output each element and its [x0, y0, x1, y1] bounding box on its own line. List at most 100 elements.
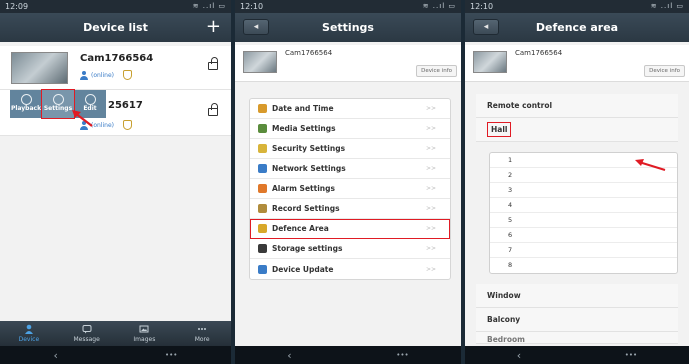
- shield-icon[interactable]: [122, 70, 132, 80]
- settings-menu: Date and Time >> Media Settings >> Security …: [249, 98, 451, 280]
- defence-area-screen: 12:10 ≋ ..ıl ▭ ◂ Defence area Cam1766564…: [465, 0, 689, 364]
- bedroom-row[interactable]: Bedroom: [476, 332, 678, 344]
- row-label: Remote control: [487, 101, 553, 110]
- network-settings-icon: [258, 164, 267, 173]
- chevron-right-icon: >>: [425, 105, 436, 112]
- status-bar: 12:10 ≋ ..ıl ▭: [235, 0, 461, 13]
- chevron-right-icon: >>: [425, 125, 436, 132]
- message-icon: [82, 325, 92, 334]
- page-title: Settings: [322, 21, 374, 34]
- menu-item-label: Record Settings: [272, 204, 340, 213]
- title-bar: ◂ Settings: [235, 13, 461, 42]
- defence-area-icon: [258, 224, 267, 233]
- back-nav-button[interactable]: ‹: [54, 349, 58, 362]
- code-slot-5[interactable]: 5: [490, 213, 677, 228]
- code-slot-6[interactable]: 6: [490, 228, 677, 243]
- code-slot-3[interactable]: 3: [490, 183, 677, 198]
- chevron-right-icon: >>: [425, 225, 436, 232]
- hall-row[interactable]: Hall: [476, 118, 678, 142]
- menu-item-device-update[interactable]: Device Update >>: [250, 259, 450, 279]
- camera-thumbnail[interactable]: [11, 52, 68, 84]
- system-nav-bar: ‹ •••: [465, 346, 689, 364]
- back-nav-button[interactable]: ‹: [287, 349, 291, 362]
- menu-item-label: Alarm Settings: [272, 184, 335, 193]
- camera-name: Cam1766564: [515, 49, 563, 57]
- chevron-right-icon: >>: [425, 165, 436, 172]
- code-slot-7[interactable]: 7: [490, 243, 677, 258]
- remote-control-row[interactable]: Remote control: [476, 94, 678, 118]
- record-settings-icon: [258, 204, 267, 213]
- page-title: Defence area: [535, 21, 619, 34]
- camera-header: Cam1766564 Device info: [465, 45, 689, 82]
- more-nav-button[interactable]: •••: [165, 351, 177, 359]
- tab-device[interactable]: Device: [0, 321, 58, 346]
- screenshot-frame: 12:09 ≋ ..ıl ▭ Device list + Cam1766564 …: [0, 0, 689, 364]
- status-bar: 12:10 ≋ ..ıl ▭: [465, 0, 689, 13]
- chevron-right-icon: >>: [425, 205, 436, 212]
- camera-name: Cam1766564: [285, 49, 333, 57]
- window-row[interactable]: Window: [476, 284, 678, 308]
- online-label: (online): [91, 121, 114, 129]
- menu-item-record-settings[interactable]: Record Settings >>: [250, 199, 450, 219]
- menu-item-date-and-time[interactable]: Date and Time >>: [250, 99, 450, 119]
- title-bar: ◂ Defence area: [465, 13, 689, 42]
- device-info-button[interactable]: Device info: [644, 65, 685, 77]
- camera-header: Cam1766564 Device info: [235, 45, 461, 82]
- menu-item-storage-settings[interactable]: Storage settings >>: [250, 239, 450, 259]
- menu-item-label: Device Update: [272, 264, 334, 274]
- red-arrow-annotation: [72, 110, 93, 127]
- menu-item-media-settings[interactable]: Media Settings >>: [250, 119, 450, 139]
- unlock-icon[interactable]: [208, 57, 218, 70]
- more-nav-button[interactable]: •••: [396, 351, 408, 359]
- menu-item-network-settings[interactable]: Network Settings >>: [250, 159, 450, 179]
- chevron-right-icon: >>: [425, 185, 436, 192]
- menu-item-label: Date and Time: [272, 104, 334, 113]
- chevron-right-icon: >>: [425, 145, 436, 152]
- row-label: Bedroom: [487, 335, 525, 344]
- device-list-screen: 12:09 ≋ ..ıl ▭ Device list + Cam1766564 …: [0, 0, 231, 364]
- date-and-time-icon: [258, 104, 267, 113]
- menu-item-label: Media Settings: [272, 124, 336, 133]
- menu-item-label: Network Settings: [272, 164, 346, 173]
- status-icons: ≋ ..ıl ▭: [192, 2, 226, 10]
- tab-more[interactable]: More: [173, 321, 231, 346]
- tab-message[interactable]: Message: [58, 321, 116, 346]
- menu-item-alarm-settings[interactable]: Alarm Settings >>: [250, 179, 450, 199]
- menu-item-defence-area[interactable]: Defence Area >>: [250, 219, 450, 239]
- back-nav-button[interactable]: ‹: [517, 349, 521, 362]
- status-bar: 12:09 ≋ ..ıl ▭: [0, 0, 231, 13]
- chevron-right-icon: >>: [425, 265, 436, 273]
- shield-icon[interactable]: [122, 120, 132, 130]
- menu-item-label: Storage settings: [272, 244, 343, 253]
- add-device-button[interactable]: +: [206, 16, 221, 37]
- unlock-icon[interactable]: [208, 103, 218, 116]
- device-update-icon: [258, 264, 267, 274]
- status-time: 12:10: [470, 2, 494, 11]
- device-info-button[interactable]: Device info: [416, 65, 457, 77]
- red-arrow-annotation: [635, 159, 666, 171]
- menu-item-security-settings[interactable]: Security Settings >>: [250, 139, 450, 159]
- balcony-row[interactable]: Balcony: [476, 308, 678, 332]
- back-button[interactable]: ◂: [473, 19, 499, 35]
- device-name: 25617: [108, 100, 143, 111]
- camera-thumbnail: [473, 51, 507, 73]
- system-nav-bar: ‹ •••: [235, 346, 461, 364]
- tab-label: More: [194, 336, 210, 343]
- image-icon: [139, 325, 149, 333]
- settings-screen: 12:10 ≋ ..ıl ▭ ◂ Settings Cam1766564 Dev…: [235, 0, 461, 364]
- menu-item-label: Security Settings: [272, 144, 346, 153]
- device-row-1[interactable]: Cam1766564 (online): [0, 46, 231, 90]
- camera-thumbnail: [243, 51, 277, 73]
- row-label: Hall: [487, 122, 512, 137]
- bottom-tab-bar: Device Message Images More: [0, 321, 231, 346]
- user-icon: [80, 70, 88, 80]
- playback-button[interactable]: Playback: [10, 90, 42, 118]
- more-nav-button[interactable]: •••: [625, 351, 637, 359]
- back-button[interactable]: ◂: [243, 19, 269, 35]
- system-nav-bar: ‹ •••: [0, 346, 231, 364]
- tab-images[interactable]: Images: [116, 321, 174, 346]
- alarm-settings-icon: [258, 184, 267, 193]
- status-time: 12:10: [240, 2, 264, 11]
- code-slot-8[interactable]: 8: [490, 258, 677, 273]
- code-slot-4[interactable]: 4: [490, 198, 677, 213]
